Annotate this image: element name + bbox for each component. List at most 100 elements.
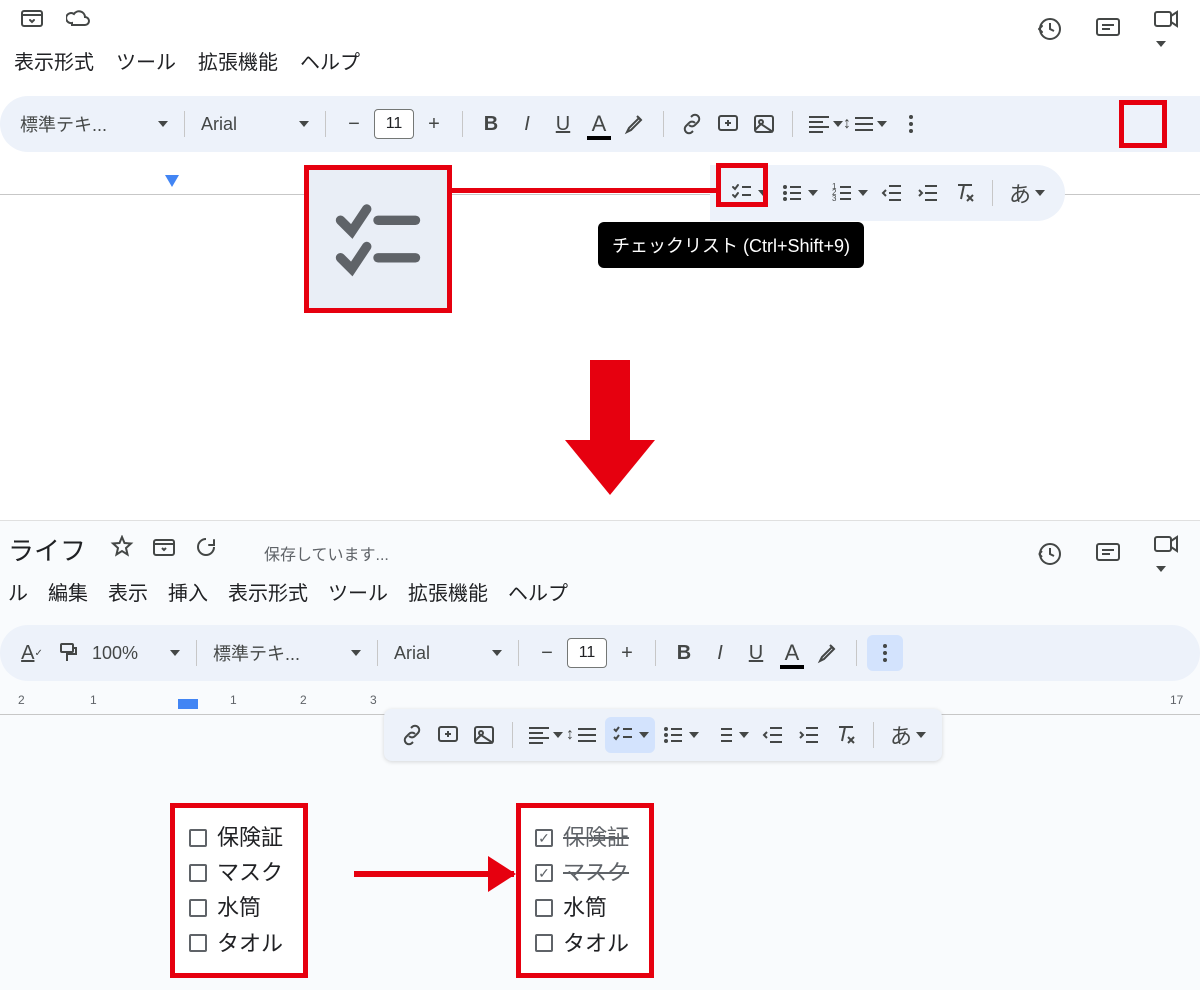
document-title[interactable]: ライフ — [8, 531, 86, 568]
menu-help[interactable]: ヘルプ — [508, 577, 568, 611]
italic-button[interactable]: I — [509, 106, 545, 142]
insert-link-button[interactable] — [394, 717, 430, 753]
paragraph-style-select[interactable]: 標準テキ... — [207, 635, 367, 671]
numbered-list-button[interactable]: 123 — [824, 175, 874, 211]
comment-icon[interactable] — [1094, 15, 1122, 43]
check-item[interactable]: 水筒 — [189, 890, 283, 925]
menu-extensions[interactable]: 拡張機能 — [408, 577, 488, 611]
more-button[interactable] — [893, 106, 929, 142]
text-color-button[interactable]: A — [581, 106, 617, 142]
bulleted-list-button[interactable] — [655, 717, 705, 753]
menu-format[interactable]: 表示形式 — [228, 577, 308, 611]
input-tools-button[interactable]: あ — [1003, 175, 1051, 211]
cloud-sync-icon[interactable] — [194, 535, 218, 559]
checkbox-icon[interactable] — [189, 864, 207, 882]
meet-icon[interactable] — [1152, 531, 1180, 577]
checklist-button[interactable] — [724, 175, 774, 211]
saving-status: 保存しています... — [264, 541, 389, 565]
move-to-folder-icon[interactable] — [152, 535, 176, 559]
text-color-button[interactable]: A — [774, 635, 810, 671]
font-size-control: − 11 + — [529, 635, 645, 671]
insert-image-button[interactable] — [466, 717, 502, 753]
menu-tools[interactable]: ツール — [116, 46, 176, 82]
menu-extensions[interactable]: 拡張機能 — [198, 46, 278, 82]
checklist-before: 保険証 マスク 水筒 タオル — [170, 803, 308, 978]
input-tools-button[interactable]: あ — [884, 717, 932, 753]
menubar: 表示形式 ツール 拡張機能 ヘルプ — [0, 46, 1200, 82]
checklist-button[interactable] — [605, 717, 655, 753]
add-comment-button[interactable] — [710, 106, 746, 142]
check-item[interactable]: 保険証 — [189, 820, 283, 855]
menu-view[interactable]: 表示 — [108, 577, 148, 611]
menu-insert[interactable]: 挿入 — [168, 577, 208, 611]
check-item[interactable]: 保険証 — [535, 820, 629, 855]
overflow-toolbar: 123 あ — [710, 165, 1065, 221]
titlebar — [0, 0, 1200, 40]
add-comment-button[interactable] — [430, 717, 466, 753]
star-icon[interactable] — [110, 535, 134, 559]
checkbox-icon[interactable] — [189, 934, 207, 952]
checkbox-checked-icon[interactable] — [535, 864, 553, 882]
screenshot-panel-1: 表示形式 ツール 拡張機能 ヘルプ 標準テキ... Arial − 11 + B… — [0, 0, 1200, 350]
checkbox-icon[interactable] — [189, 829, 207, 847]
annotation-arrow — [354, 871, 514, 877]
decrease-indent-button[interactable] — [874, 175, 910, 211]
check-item[interactable]: タオル — [189, 926, 283, 961]
clear-formatting-button[interactable] — [827, 717, 863, 753]
zoom-select[interactable]: 100% — [86, 635, 186, 671]
highlight-button[interactable] — [810, 635, 846, 671]
check-item[interactable]: タオル — [535, 926, 629, 961]
increase-indent-button[interactable] — [910, 175, 946, 211]
italic-button[interactable]: I — [702, 635, 738, 671]
line-spacing-button[interactable] — [849, 106, 893, 142]
svg-text:3: 3 — [832, 194, 837, 203]
bold-button[interactable]: B — [666, 635, 702, 671]
more-button[interactable] — [867, 635, 903, 671]
bulleted-list-button[interactable] — [774, 175, 824, 211]
font-size-increase[interactable]: + — [609, 635, 645, 671]
check-item[interactable]: マスク — [189, 855, 283, 890]
checklist-after: 保険証 マスク 水筒 タオル — [516, 803, 654, 978]
menu-edit[interactable]: 編集 — [48, 577, 88, 611]
menu-format[interactable]: 表示形式 — [14, 46, 94, 82]
underline-button[interactable]: U — [738, 635, 774, 671]
font-size-decrease[interactable]: − — [529, 635, 565, 671]
move-to-folder-icon[interactable] — [20, 6, 44, 30]
checkbox-icon[interactable] — [535, 934, 553, 952]
menu-help[interactable]: ヘルプ — [300, 46, 360, 82]
font-size-input[interactable]: 11 — [567, 638, 607, 668]
font-family-select[interactable]: Arial — [195, 106, 315, 142]
paragraph-style-select[interactable]: 標準テキ... — [14, 106, 174, 142]
align-button[interactable] — [523, 717, 569, 753]
annotation-connector — [452, 188, 716, 193]
bold-button[interactable]: B — [473, 106, 509, 142]
cloud-sync-icon[interactable] — [66, 6, 90, 30]
numbered-list-button[interactable] — [705, 717, 755, 753]
spellcheck-button[interactable]: A✓ — [14, 635, 50, 671]
font-size-input[interactable]: 11 — [374, 109, 414, 139]
check-item[interactable]: 水筒 — [535, 890, 629, 925]
checkbox-icon[interactable] — [189, 899, 207, 917]
font-size-increase[interactable]: + — [416, 106, 452, 142]
underline-button[interactable]: U — [545, 106, 581, 142]
clear-formatting-button[interactable] — [946, 175, 982, 211]
history-icon[interactable] — [1036, 15, 1064, 43]
checkbox-checked-icon[interactable] — [535, 829, 553, 847]
indent-marker-icon[interactable] — [165, 175, 179, 187]
menu-file-partial[interactable]: ル — [8, 577, 28, 611]
menu-tools[interactable]: ツール — [328, 577, 388, 611]
indent-marker-icon[interactable] — [178, 699, 198, 709]
font-family-select[interactable]: Arial — [388, 635, 508, 671]
paint-format-button[interactable] — [50, 635, 86, 671]
line-spacing-button[interactable] — [569, 717, 605, 753]
checkbox-icon[interactable] — [535, 899, 553, 917]
insert-image-button[interactable] — [746, 106, 782, 142]
font-size-decrease[interactable]: − — [336, 106, 372, 142]
increase-indent-button[interactable] — [791, 717, 827, 753]
decrease-indent-button[interactable] — [755, 717, 791, 753]
highlight-button[interactable] — [617, 106, 653, 142]
comment-icon[interactable] — [1094, 540, 1122, 568]
history-icon[interactable] — [1036, 540, 1064, 568]
insert-link-button[interactable] — [674, 106, 710, 142]
check-item[interactable]: マスク — [535, 855, 629, 890]
